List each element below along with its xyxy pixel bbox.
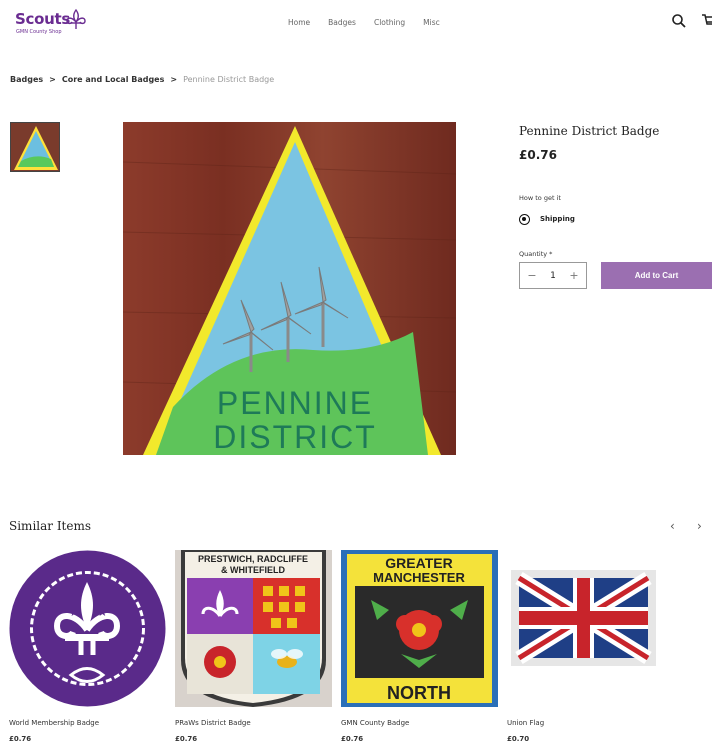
logo-subtitle: GMN County Shop <box>16 29 62 35</box>
quantity-stepper[interactable]: − 1 + <box>519 262 587 289</box>
breadcrumb: Badges > Core and Local Badges > Pennine Dis… <box>10 75 274 84</box>
breadcrumb-core-local-badges[interactable]: Core and Local Badges <box>62 75 165 84</box>
badge-text-line1: PENNINE <box>217 385 373 421</box>
similar-item-price-union-flag: £0.70 <box>507 735 530 743</box>
praws-badge-text-top: PRESTWICH, RADCLIFFE <box>198 554 308 564</box>
similar-item-name-gmn-county[interactable]: GMN County Badge <box>341 719 409 727</box>
similar-items-title: Similar Items <box>9 519 92 533</box>
breadcrumb-separator: > <box>170 75 178 84</box>
gmn-badge-text-top: GREATER <box>385 555 452 571</box>
gmn-county-badge-image: GREATER MANCHESTER NORTH <box>341 550 498 707</box>
svg-text:★: ★ <box>69 605 80 619</box>
chevron-right-icon[interactable]: › <box>697 519 702 533</box>
thumbnail-badge-image <box>11 123 59 171</box>
similar-item-name-world-membership[interactable]: World Membership Badge <box>9 719 99 727</box>
gmn-badge-text-top2: MANCHESTER <box>373 570 465 585</box>
search-icon[interactable] <box>671 13 687 29</box>
breadcrumb-separator: > <box>49 75 56 84</box>
product-price: £0.76 <box>519 148 557 162</box>
shipping-radio[interactable] <box>519 214 530 225</box>
badge-text-line2: DISTRICT <box>213 419 377 455</box>
similar-item-price-praws: £0.76 <box>175 735 198 743</box>
quantity-value[interactable]: 1 <box>550 271 556 281</box>
nav-badges[interactable]: Badges <box>328 18 356 27</box>
quantity-increase-button[interactable]: + <box>568 269 580 282</box>
svg-text:★: ★ <box>97 605 108 619</box>
similar-item-price-world-membership: £0.76 <box>9 735 32 743</box>
how-to-get-label: How to get it <box>519 194 561 202</box>
site-header: Scouts GMN County Shop Home Badges Cloth… <box>0 0 712 48</box>
logo-text: Scouts <box>15 10 70 28</box>
cart-icon[interactable] <box>701 13 712 29</box>
chevron-left-icon[interactable]: ‹ <box>670 519 675 533</box>
shipping-label[interactable]: Shipping <box>540 215 575 223</box>
scouts-logo[interactable]: Scouts GMN County Shop <box>15 8 95 40</box>
add-to-cart-button[interactable]: Add to Cart <box>601 262 712 289</box>
similar-item-price-gmn-county: £0.76 <box>341 735 364 743</box>
product-thumbnail[interactable] <box>10 122 60 172</box>
similar-item-name-praws[interactable]: PRaWs District Badge <box>175 719 251 727</box>
gmn-badge-text-bottom: NORTH <box>387 683 451 703</box>
breadcrumb-current: Pennine District Badge <box>183 75 275 84</box>
product-main-image[interactable]: PENNINE DISTRICT <box>123 122 456 455</box>
praws-badge-image: PRESTWICH, RADCLIFFE & WHITEFIELD <box>175 550 332 707</box>
main-nav: Home Badges Clothing Misc <box>288 18 440 27</box>
nav-misc[interactable]: Misc <box>423 18 440 27</box>
similar-item-image-praws[interactable]: PRESTWICH, RADCLIFFE & WHITEFIELD <box>175 550 332 707</box>
product-title: Pennine District Badge <box>519 124 660 138</box>
union-flag-image <box>507 550 664 707</box>
similar-item-image-world-membership[interactable]: ★ ★ <box>9 550 166 707</box>
quantity-label: Quantity * <box>519 250 553 258</box>
similar-item-image-union-flag[interactable] <box>507 550 664 707</box>
fleur-de-lis-icon <box>66 8 86 29</box>
nav-clothing[interactable]: Clothing <box>374 18 405 27</box>
world-membership-badge-image: ★ ★ <box>9 550 166 707</box>
quantity-decrease-button[interactable]: − <box>526 269 538 282</box>
nav-home[interactable]: Home <box>288 18 310 27</box>
praws-badge-text-top2: & WHITEFIELD <box>221 565 285 575</box>
pennine-badge-image: PENNINE DISTRICT <box>123 122 456 455</box>
breadcrumb-badges[interactable]: Badges <box>10 75 43 84</box>
similar-item-image-gmn-county[interactable]: GREATER MANCHESTER NORTH <box>341 550 498 707</box>
similar-item-name-union-flag[interactable]: Union Flag <box>507 719 544 727</box>
